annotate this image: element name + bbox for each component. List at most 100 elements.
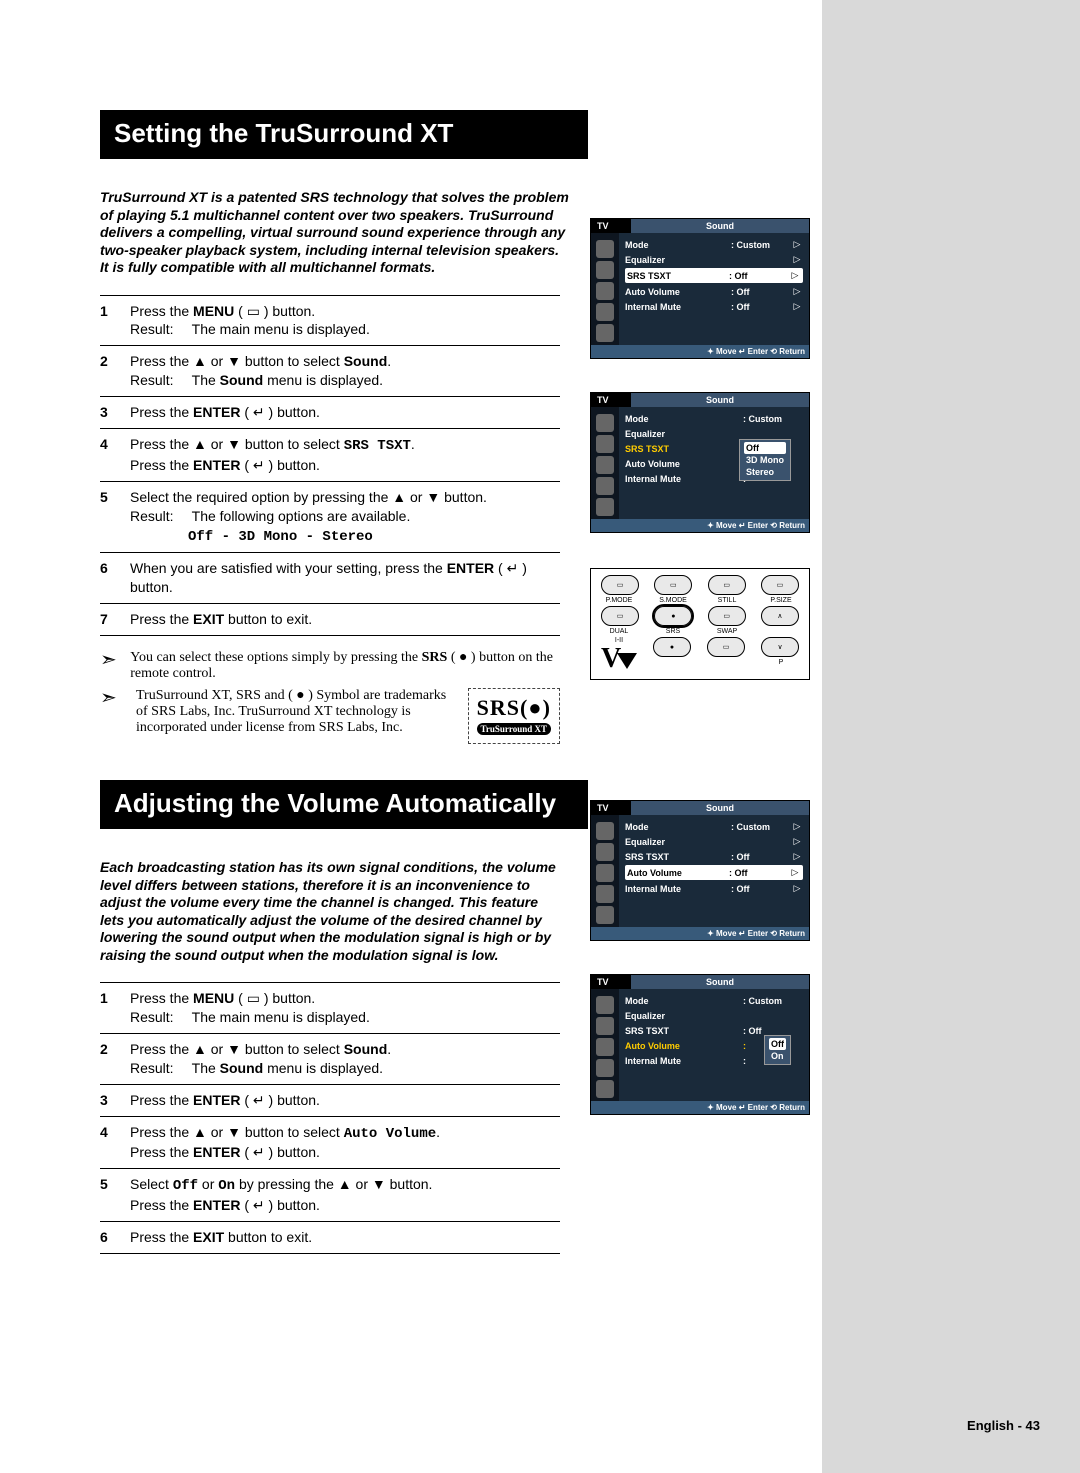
remote-btn: ∨: [761, 637, 799, 657]
t: Auto Volume: [625, 287, 731, 297]
osd-cat-icon: [596, 996, 614, 1014]
osd-cat-icon: [596, 1059, 614, 1077]
step-7: 7 Press the EXIT button to exit.: [100, 604, 560, 636]
t: Mode: [625, 996, 743, 1006]
osd-cat-icon: [596, 1080, 614, 1098]
t: Sound: [220, 372, 264, 388]
arrow-right-icon: ▷: [791, 254, 803, 265]
step-body: Select Off or On by pressing the ▲ or ▼ …: [130, 1175, 560, 1215]
osd-cat-icon: [596, 1038, 614, 1056]
section-1-intro: TruSurround XT is a patented SRS technol…: [100, 189, 570, 277]
osd-body: Mode: Custom▷ Equalizer▷ SRS TSXT: Off▷ …: [591, 233, 809, 345]
t: ENTER: [193, 457, 240, 473]
remote-btn: ▭: [601, 606, 639, 626]
osd-iconcol: [591, 407, 619, 519]
arrow-right-icon: ▷: [789, 867, 801, 878]
step-body: Press the EXIT button to exit.: [130, 610, 560, 629]
t: The main menu is displayed.: [192, 1009, 370, 1025]
osd-cat-icon: [596, 303, 614, 321]
osd-titlebar: TV Sound: [591, 393, 809, 407]
t: Mode: [625, 240, 731, 250]
t: ( ▭ ) button.: [234, 990, 315, 1006]
t: EXIT: [193, 611, 224, 627]
popup-item: 3D Mono: [744, 454, 786, 466]
result-label: Result:: [130, 320, 188, 339]
section-2-intro: Each broadcasting station has its own si…: [100, 859, 560, 964]
t: TruSurround XT, SRS and ( ● ) Symbol are…: [136, 688, 446, 735]
page: Setting the TruSurround XT TruSurround X…: [0, 0, 1080, 1473]
remote-label: P.MODE: [601, 597, 637, 604]
t: ENTER: [193, 1092, 240, 1108]
osd-tv-label: TV: [591, 801, 631, 815]
arrow-right-icon: ▷: [791, 883, 803, 894]
osd-footer: ✦ Move ↵ Enter ⟲ Return: [591, 345, 809, 358]
osd-body: Mode: Custom Equalizer SRS TSXT: Auto Vo…: [591, 407, 809, 519]
osd-cat-icon: [596, 822, 614, 840]
osd-titlebar: TV Sound: [591, 219, 809, 233]
side-band: [822, 0, 1080, 1473]
remote-btn: ▭: [707, 637, 745, 657]
t: SRS TSXT: [344, 438, 411, 454]
t: MENU: [193, 990, 234, 1006]
remote-btn-srs: ●: [654, 606, 692, 626]
t: Mode: [625, 822, 731, 832]
note-body: You can select these options simply by p…: [130, 650, 560, 682]
result-label: Result:: [130, 507, 188, 526]
osd-title: Sound: [631, 393, 809, 407]
t: Internal Mute: [625, 474, 743, 484]
t: Equalizer: [625, 1011, 803, 1021]
osd-title: Sound: [631, 801, 809, 815]
remote-label: [763, 628, 799, 635]
t: SRS: [422, 650, 448, 665]
t: ( ↵ ) button.: [240, 457, 319, 473]
osd-cat-icon: [596, 324, 614, 342]
t: Press the: [130, 1144, 193, 1160]
t: Auto Volume: [344, 1126, 436, 1142]
step-num: 3: [100, 1091, 130, 1110]
t: ENTER: [193, 404, 240, 420]
t: menu is displayed.: [263, 1060, 383, 1076]
popup-item: Off: [769, 1038, 786, 1050]
t: : Off: [743, 1026, 803, 1036]
step-body: Press the ENTER ( ↵ ) button.: [130, 1091, 560, 1110]
osd-tv-label: TV: [591, 393, 631, 407]
t: : Off: [731, 884, 791, 894]
step-body: When you are satisfied with your setting…: [130, 559, 560, 597]
step-body: Press the MENU ( ▭ ) button. Result: The…: [130, 302, 560, 340]
remote-graphic: ▭ ▭ ▭ ▭ P.MODE S.MODE STILL P.SIZE ▭ ● ▭…: [590, 568, 810, 680]
remote-label: P: [763, 659, 799, 666]
t: Internal Mute: [625, 884, 731, 894]
t: : Off: [731, 287, 791, 297]
step-body: Press the MENU ( ▭ ) button. Result: The…: [130, 989, 560, 1027]
osd-popup-srs: Off 3D Mono Stereo: [739, 439, 791, 481]
osd-row-mode: Mode: Custom: [625, 411, 803, 426]
step-1: 1 Press the MENU ( ▭ ) button. Result: T…: [100, 983, 560, 1034]
step-num: 2: [100, 352, 130, 390]
section-title-1: Setting the TruSurround XT: [100, 110, 588, 159]
osd-sound-av: TV Sound Mode: Custom▷ Equalizer▷ SRS TS…: [590, 800, 810, 941]
osd-cat-icon: [596, 498, 614, 516]
t: .: [387, 1041, 391, 1057]
t: Press the: [130, 404, 193, 420]
arrow-right-icon: ▷: [791, 239, 803, 250]
osd-cat-icon: [596, 414, 614, 432]
t: ENTER: [193, 1144, 240, 1160]
t: Press the: [130, 611, 193, 627]
big-down-arrow-icon: V: [601, 643, 637, 675]
t: ENTER: [447, 560, 494, 576]
osd-title: Sound: [631, 975, 809, 989]
remote-labels: P.MODE S.MODE STILL P.SIZE: [601, 597, 799, 604]
remote-btn: ▭: [761, 575, 799, 595]
t: ( ↵ ) button.: [240, 1092, 319, 1108]
osd-popup-av: Off On: [764, 1035, 791, 1065]
t: Internal Mute: [625, 1056, 743, 1066]
t: Press the ▲ or ▼ button to select: [130, 1041, 344, 1057]
result-label: Result:: [130, 1059, 188, 1078]
step-5: 5 Select the required option by pressing…: [100, 482, 560, 554]
t: SRS TSXT: [625, 444, 743, 454]
t: Press the: [130, 457, 193, 473]
remote-label: DUAL: [601, 628, 637, 635]
t: Press the ▲ or ▼ button to select: [130, 1124, 344, 1140]
step-num: 4: [100, 435, 130, 475]
t: EXIT: [193, 1229, 224, 1245]
